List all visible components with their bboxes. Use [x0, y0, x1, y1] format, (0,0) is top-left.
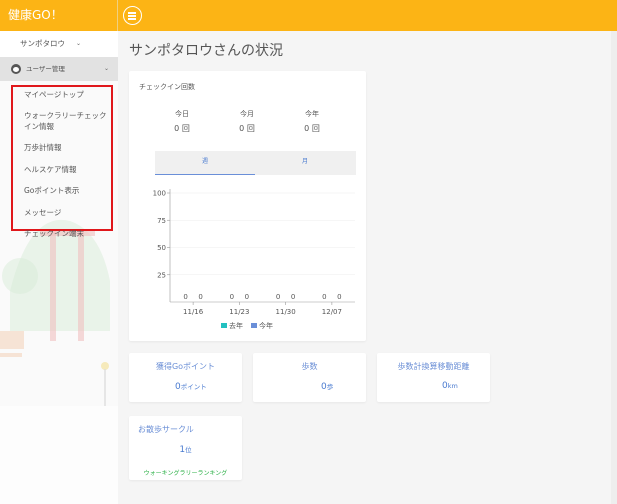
stat-label: 今月: [240, 110, 254, 118]
stat-value: 0 回: [304, 124, 320, 133]
stat-label: 今日: [175, 110, 189, 118]
stat-value: 0 回: [174, 124, 190, 133]
data-label: 0: [276, 293, 280, 301]
distance-title: 歩数計換算移動距離: [397, 362, 470, 371]
tab-week[interactable]: 週: [155, 151, 255, 175]
stat-month: 今月 0 回: [227, 109, 267, 134]
app-root: 健康GO！ サンポタロウ ⌄ ユーザー管理 ⌄ マイページトップ ウォークラリー…: [0, 0, 617, 504]
walking-circle-title: お散歩サークル: [138, 425, 194, 434]
data-label: 0: [322, 293, 326, 301]
user-management-label: ユーザー管理: [26, 65, 65, 73]
distance-card: 歩数計換算移動距離 0km: [377, 353, 490, 402]
data-label: 0: [291, 293, 295, 301]
y-tick-label: 100: [153, 190, 166, 198]
steps-value: 0歩: [321, 382, 334, 392]
user-menu[interactable]: サンポタロウ ⌄: [0, 31, 118, 57]
go-points-card: 獲得Goポイント 0ポイント: [129, 353, 242, 402]
sidebar-item-checkin-terminal[interactable]: チェックイン端末: [24, 228, 112, 239]
go-points-title: 獲得Goポイント: [155, 362, 216, 371]
x-tick-label: 11/23: [229, 308, 249, 316]
walking-circle-card: お散歩サークル 1位 ウォーキングラリーランキング: [129, 416, 242, 480]
stat-year: 今年 0 回: [292, 109, 332, 134]
x-tick-label: 11/16: [183, 308, 204, 316]
legend-label: 去年: [229, 321, 243, 330]
data-label: 0: [337, 293, 341, 301]
stat-value: 0 回: [239, 124, 255, 133]
menu-toggle-icon[interactable]: [123, 6, 142, 25]
checkin-card: チェックイン回数 今日 0 回 今月 0 回 今年 0 回 週 月 25 50 75…: [129, 71, 366, 341]
data-label: 0: [198, 293, 202, 301]
user-avatar-icon: [11, 64, 21, 74]
period-tabs: 週 月: [155, 151, 356, 175]
checkin-card-title: チェックイン回数: [139, 83, 195, 91]
x-tick-label: 11/30: [276, 308, 296, 316]
data-label: 0: [245, 293, 249, 301]
tab-month[interactable]: 月: [255, 151, 355, 175]
user-management-menu[interactable]: ユーザー管理 ⌄: [0, 57, 118, 81]
y-tick-label: 75: [157, 217, 166, 225]
user-name: サンポタロウ: [20, 39, 65, 48]
scrollbar[interactable]: [611, 31, 617, 504]
distance-value: 0km: [442, 381, 458, 391]
brand-logo[interactable]: 健康GO！: [0, 0, 118, 31]
page-title: サンポタロウさんの状況: [129, 43, 283, 59]
stat-label: 今年: [305, 110, 319, 118]
legend-swatch: [221, 323, 227, 328]
walking-circle-rank: 1位: [179, 445, 192, 455]
data-label: 0: [230, 293, 234, 301]
data-label: 0: [183, 293, 187, 301]
sidebar: サンポタロウ ⌄ ユーザー管理 ⌄ マイページトップ ウォークラリーチェックイン…: [0, 31, 118, 504]
steps-card: 歩数 0歩: [253, 353, 366, 402]
legend-swatch: [251, 323, 257, 328]
y-tick-label: 25: [157, 271, 166, 279]
steps-title: 歩数: [301, 362, 318, 371]
x-tick-label: 12/07: [322, 308, 342, 316]
go-points-value: 0ポイント: [175, 382, 207, 392]
chevron-down-icon: ⌄: [104, 65, 110, 72]
stat-today: 今日 0 回: [162, 109, 202, 134]
walking-ranking-link[interactable]: ウォーキングラリーランキング: [129, 468, 242, 477]
y-tick-label: 50: [157, 244, 166, 252]
top-bar: 健康GO！: [0, 0, 617, 31]
chevron-down-icon: ⌄: [76, 40, 82, 47]
sidebar-item-messages[interactable]: メッセージ: [24, 207, 112, 218]
checkin-bar-chart: 25 50 75 100 11/16 0 0 11/23 0 0 11/30 0 0 12/07 0 0 去年 今…: [153, 189, 355, 330]
legend-label: 今年: [259, 321, 273, 330]
